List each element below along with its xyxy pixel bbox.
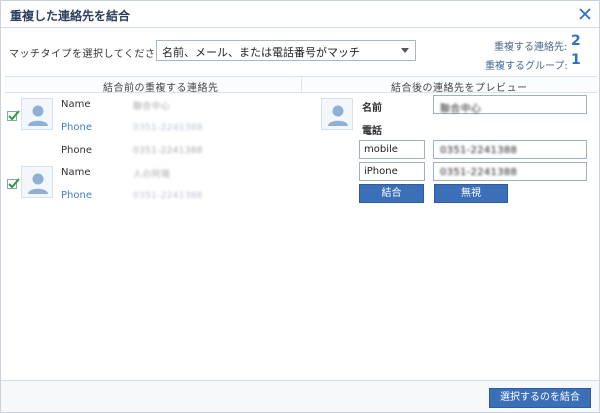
dialog-title: 重複した連絡先を結合 (10, 9, 131, 23)
match-type-value: 名前、メール、または電話番号がマッチ (162, 46, 360, 59)
preview-phone-1-value: 0351-2241388 (440, 145, 518, 156)
contact-1-name-key: Name (61, 99, 91, 110)
avatar-person-icon (328, 105, 348, 126)
checkbox-checked-icon (8, 178, 20, 189)
preview-avatar (321, 98, 353, 130)
column-divider (301, 76, 302, 93)
contact-1-phone-key: Phone (61, 122, 92, 133)
preview-phone-2-value: 0351-2241388 (440, 167, 518, 178)
contact-2-phone-key: Phone (61, 190, 92, 201)
preview-phone-1-type-field[interactable]: mobile (359, 140, 425, 159)
contact-1-phone-value: 0351-2241388 (133, 123, 203, 133)
preview-name-value: 聯合中心 (440, 104, 482, 115)
left-column-header: 結合前の重複する連絡先 (103, 83, 219, 94)
preview-phone-2-type-field[interactable]: iPhone (359, 162, 425, 181)
preview-phone-1-type: mobile (364, 144, 398, 155)
avatar-person-icon (28, 173, 48, 194)
right-column-header: 結合後の連絡先をプレビュー (391, 83, 528, 94)
contact-2-phone-value: 0351-2241388 (133, 191, 203, 201)
preview-phone-2-value-field[interactable]: 0351-2241388 (433, 162, 587, 181)
checkbox-checked-icon (8, 110, 20, 121)
contact-1-phone-2-value: 0351-2241388 (133, 146, 203, 156)
title-bar: 重複した連絡先を結合 (1, 1, 599, 28)
duplicate-contacts-label: 重複する連絡先: (494, 42, 568, 53)
match-type-select[interactable]: 名前、メール、または電話番号がマッチ (156, 40, 416, 61)
close-icon[interactable] (576, 5, 594, 23)
preview-phone-label: 電話 (362, 126, 382, 137)
merge-duplicates-dialog: 重複した連絡先を結合 マッチタイプを選択してください: 名前、メール、または電話… (0, 0, 600, 413)
preview-phone-2-type: iPhone (364, 166, 398, 177)
duplicate-contacts-count: 2 (571, 33, 581, 49)
dropdown-caret-icon (399, 43, 411, 57)
merge-selected-button[interactable]: 選択するのを結合 (489, 388, 591, 408)
dialog-footer: 選択するのを結合 (1, 380, 599, 412)
preview-name-field[interactable]: 聯合中心 (433, 95, 587, 115)
merge-button[interactable]: 結合 (359, 184, 424, 203)
ignore-button[interactable]: 無視 (434, 184, 508, 203)
match-type-label: マッチタイプを選択してください: (9, 49, 170, 60)
contact-2-name-key: Name (61, 167, 91, 178)
avatar-contact-1 (21, 98, 53, 130)
contact-1-name-value: 聯合中心 (133, 102, 171, 112)
checkbox-contact-2[interactable] (7, 178, 20, 189)
contact-1-phone-2-key: Phone (61, 145, 92, 156)
preview-name-label: 名前 (362, 103, 382, 114)
contact-2-name-value: 人の阿場 (133, 170, 171, 180)
avatar-contact-2 (21, 166, 53, 198)
duplicate-groups-label: 重複するグループ: (485, 61, 568, 72)
checkbox-contact-1[interactable] (7, 110, 20, 121)
preview-phone-1-value-field[interactable]: 0351-2241388 (433, 140, 587, 159)
avatar-person-icon (28, 105, 48, 126)
duplicate-groups-count: 1 (571, 52, 581, 68)
